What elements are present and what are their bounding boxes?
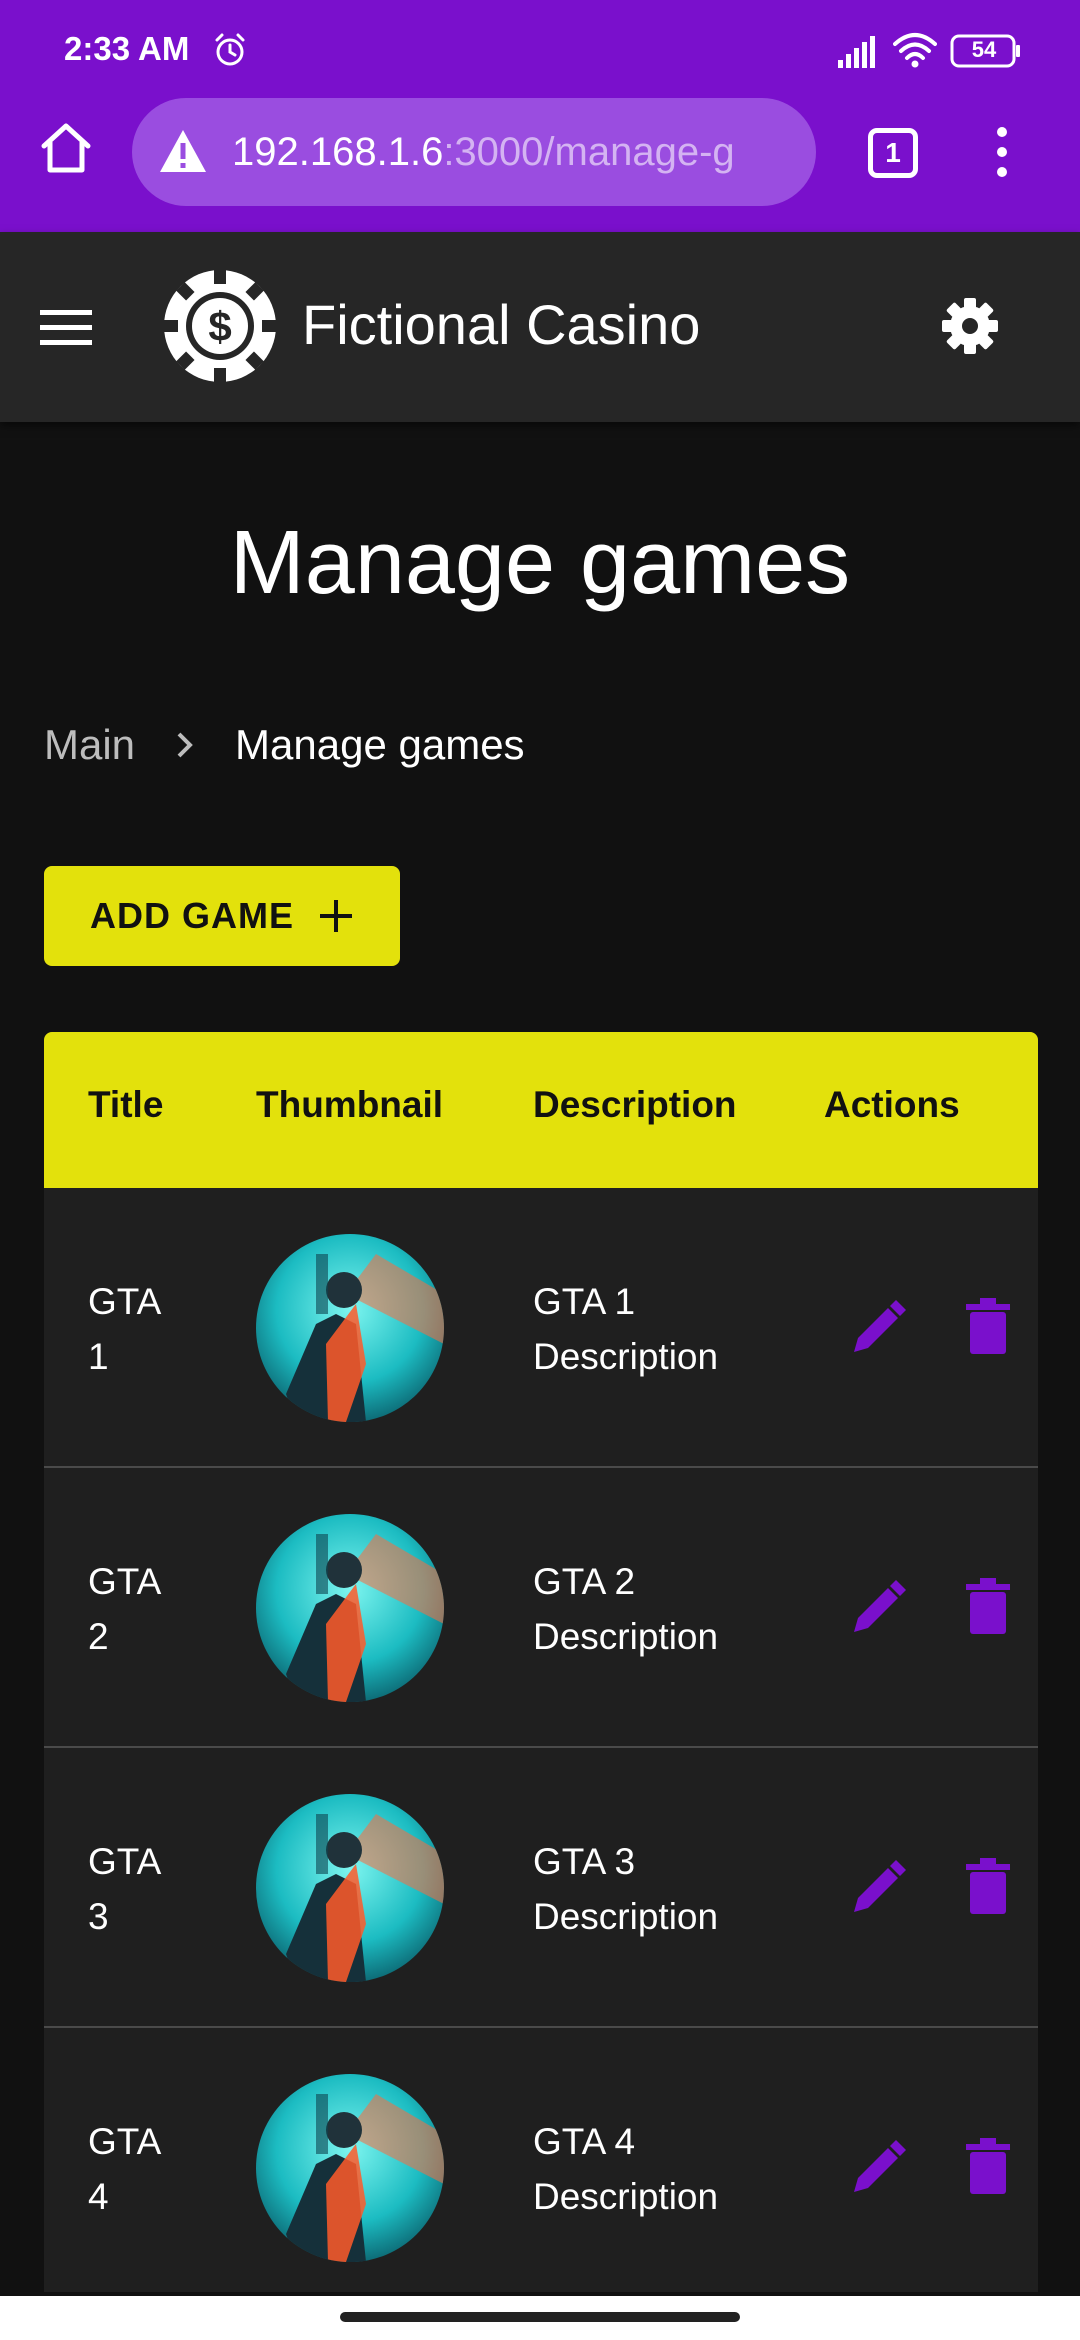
- game-title: GTA 1: [88, 1281, 160, 1377]
- app-title[interactable]: Fictional Casino: [302, 292, 700, 357]
- signal-icon: [838, 36, 875, 68]
- game-title: GTA 4: [88, 2121, 160, 2217]
- column-header-thumbnail: Thumbnail: [256, 1084, 444, 1125]
- table-row: GTA 2 GTA 2 Description: [44, 1468, 1038, 1748]
- url-text[interactable]: 192.168.1.6:3000/manage-g: [232, 124, 802, 180]
- game-description: GTA 4 Description: [533, 2121, 719, 2217]
- delete-icon[interactable]: [966, 1858, 1010, 1914]
- edit-icon[interactable]: [850, 1580, 906, 1636]
- edit-icon[interactable]: [850, 1300, 906, 1356]
- warning-icon[interactable]: [158, 128, 208, 174]
- tabs-icon[interactable]: 1: [868, 128, 918, 178]
- url-bar[interactable]: 192.168.1.6:3000/manage-g: [132, 98, 816, 206]
- settings-icon[interactable]: [940, 296, 1000, 356]
- edit-icon[interactable]: [850, 2140, 906, 2196]
- add-game-label: ADD GAME: [90, 895, 294, 936]
- menu-dots-icon[interactable]: [990, 124, 1014, 180]
- game-thumbnail: [256, 1794, 444, 1982]
- app-header: $ Fictional Casino: [0, 232, 1080, 422]
- table-header: Title Thumbnail Description Actions: [44, 1032, 1038, 1188]
- game-description: GTA 3 Description: [533, 1841, 719, 1937]
- column-header-title: Title: [88, 1084, 164, 1125]
- breadcrumb: Main Manage games: [44, 720, 525, 770]
- delete-icon[interactable]: [966, 1298, 1010, 1354]
- column-header-actions: Actions: [824, 1084, 960, 1125]
- table-row: GTA 3 GTA 3 Description: [44, 1748, 1038, 2028]
- alarm-icon: [215, 33, 245, 66]
- table-row: GTA 4 GTA 4 Description: [44, 2028, 1038, 2292]
- column-header-description: Description: [533, 1084, 737, 1125]
- hamburger-icon[interactable]: [40, 310, 92, 346]
- status-bar: 2:33 AM 54: [0, 0, 1080, 100]
- plus-icon: [320, 900, 352, 932]
- game-thumbnail: [256, 2074, 444, 2262]
- svg-text:$: $: [208, 303, 231, 350]
- chevron-right-icon: [135, 730, 235, 760]
- tab-count: 1: [885, 137, 901, 168]
- game-title: GTA 2: [88, 1561, 160, 1657]
- delete-icon[interactable]: [966, 1578, 1010, 1634]
- wifi-icon: [893, 33, 937, 68]
- game-description: GTA 2 Description: [533, 1561, 719, 1657]
- casino-chip-logo-icon[interactable]: $: [164, 270, 276, 382]
- game-thumbnail: [256, 1514, 444, 1702]
- gesture-bar[interactable]: [340, 2312, 740, 2322]
- breadcrumb-main-link[interactable]: Main: [44, 721, 135, 769]
- breadcrumb-current: Manage games: [235, 721, 525, 768]
- url-path: :3000/manage-g: [443, 130, 735, 174]
- browser-chrome: 2:33 AM 54 192.168.1.6:3000/manage-g 1: [0, 0, 1080, 232]
- url-host: 192.168.1.6: [232, 130, 444, 174]
- system-navigation-area: [0, 2296, 1080, 2340]
- add-game-button[interactable]: ADD GAME: [44, 866, 400, 966]
- status-time: 2:33 AM: [64, 30, 190, 67]
- game-title: GTA 3: [88, 1841, 160, 1937]
- delete-icon[interactable]: [966, 2138, 1010, 2194]
- edit-icon[interactable]: [850, 1860, 906, 1916]
- battery-level: 54: [971, 37, 997, 62]
- games-table: Title Thumbnail Description Actions GTA …: [44, 1032, 1038, 2292]
- home-icon[interactable]: [38, 120, 94, 176]
- game-thumbnail: [256, 1234, 444, 1422]
- table-row: GTA 1 GTA 1 Description: [44, 1188, 1038, 1468]
- game-description: GTA 1 Description: [533, 1281, 719, 1377]
- page-title: Manage games: [229, 513, 851, 613]
